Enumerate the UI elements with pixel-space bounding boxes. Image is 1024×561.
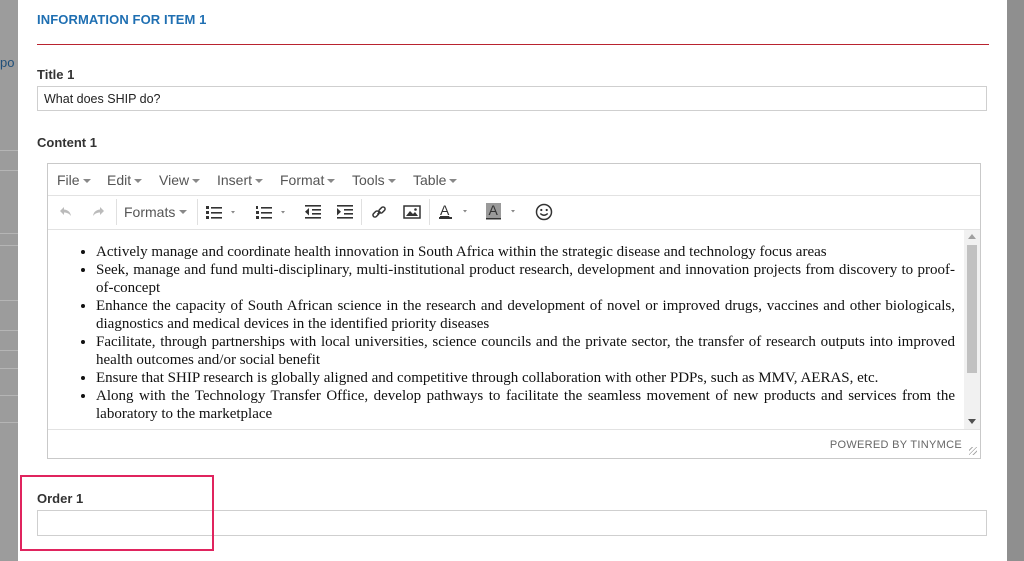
redo-icon[interactable] (90, 201, 106, 223)
menu-insert[interactable]: Insert (217, 172, 264, 188)
list-item: Actively manage and coordinate health in… (96, 243, 963, 261)
list-item: Facilitate, through partnerships with lo… (96, 333, 963, 369)
indent-icon[interactable] (336, 201, 354, 223)
svg-text:A: A (440, 203, 450, 218)
editor-toolbar: Formats A A (48, 195, 980, 230)
editor-scrollbar[interactable] (964, 230, 980, 429)
list-item: Enhance the capacity of South African sc… (96, 297, 963, 333)
powered-by-link[interactable]: POWERED BY TINYMCE (830, 439, 962, 451)
menu-edit[interactable]: Edit (107, 172, 143, 188)
title-input[interactable]: What does SHIP do? (37, 86, 987, 111)
scroll-down-arrow-icon[interactable] (968, 419, 976, 424)
image-icon[interactable] (403, 201, 421, 223)
content-label: Content 1 (37, 135, 97, 150)
undo-icon[interactable] (58, 201, 74, 223)
background-page-strip (0, 0, 18, 561)
list-item: Ensure that SHIP research is globally al… (96, 369, 963, 387)
section-title: INFORMATION FOR ITEM 1 (37, 12, 207, 27)
scrollbar-thumb[interactable] (967, 245, 977, 373)
resize-handle-icon[interactable] (969, 447, 977, 455)
menu-table[interactable]: Table (413, 172, 458, 188)
editor-statusbar: POWERED BY TINYMCE (48, 429, 980, 458)
editor-content-area[interactable]: Actively manage and coordinate health in… (48, 230, 963, 429)
menu-view[interactable]: View (159, 172, 201, 188)
link-icon[interactable] (370, 201, 388, 223)
text-color-icon[interactable]: A (438, 201, 472, 223)
item-info-modal: INFORMATION FOR ITEM 1 Title 1 What does… (18, 0, 1007, 561)
background-color-icon[interactable]: A (486, 201, 520, 223)
content-bullet-list: Actively manage and coordinate health in… (48, 243, 963, 423)
scroll-up-arrow-icon[interactable] (968, 234, 976, 239)
emoticons-icon[interactable] (535, 201, 553, 223)
background-text-fragment: po (0, 55, 15, 70)
list-item: Seek, manage and fund multi-disciplinary… (96, 261, 963, 297)
section-divider (37, 44, 989, 45)
order-highlight-box (20, 475, 214, 551)
svg-text:A: A (489, 203, 499, 218)
title-label: Title 1 (37, 67, 75, 82)
list-item: Along with the Technology Transfer Offic… (96, 387, 963, 423)
numbered-list-icon[interactable] (255, 201, 289, 223)
formats-dropdown[interactable]: Formats (124, 201, 188, 223)
background-right-strip (1007, 0, 1024, 561)
editor-menubar: File Edit View Insert Format Tools Table (48, 164, 980, 196)
outdent-icon[interactable] (304, 201, 322, 223)
menu-file[interactable]: File (57, 172, 91, 188)
menu-tools[interactable]: Tools (352, 172, 396, 188)
menu-format[interactable]: Format (280, 172, 336, 188)
rich-text-editor: File Edit View Insert Format Tools Table… (47, 163, 981, 459)
bullet-list-icon[interactable] (205, 201, 239, 223)
